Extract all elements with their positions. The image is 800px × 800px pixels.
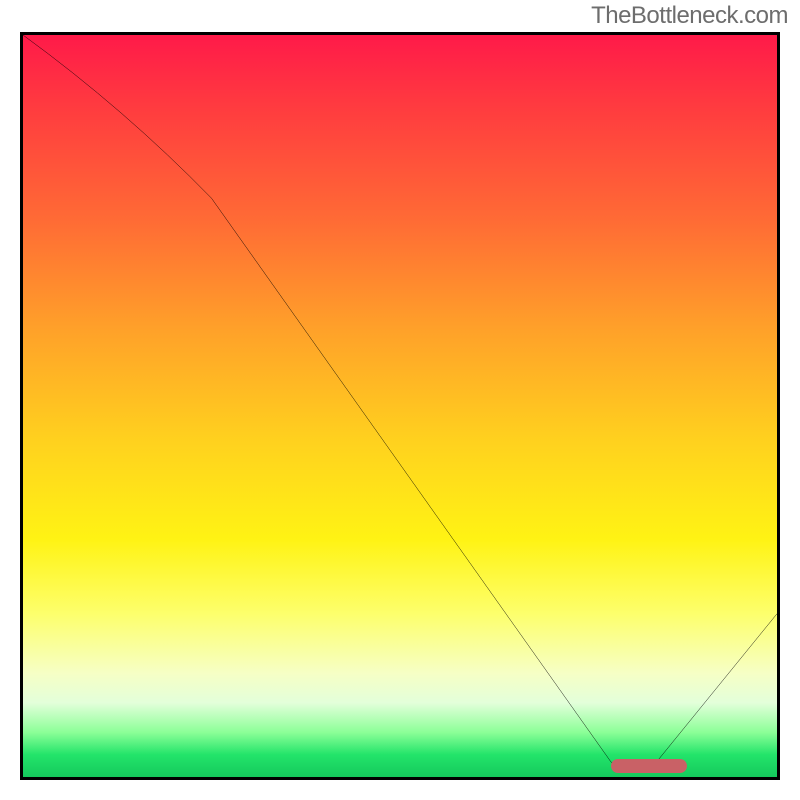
- chart-container: TheBottleneck.com: [0, 0, 800, 800]
- bottleneck-curve: [23, 35, 777, 777]
- chart-plot-area: [20, 32, 780, 780]
- optimal-range-marker: [611, 759, 686, 773]
- watermark-text: TheBottleneck.com: [591, 2, 788, 30]
